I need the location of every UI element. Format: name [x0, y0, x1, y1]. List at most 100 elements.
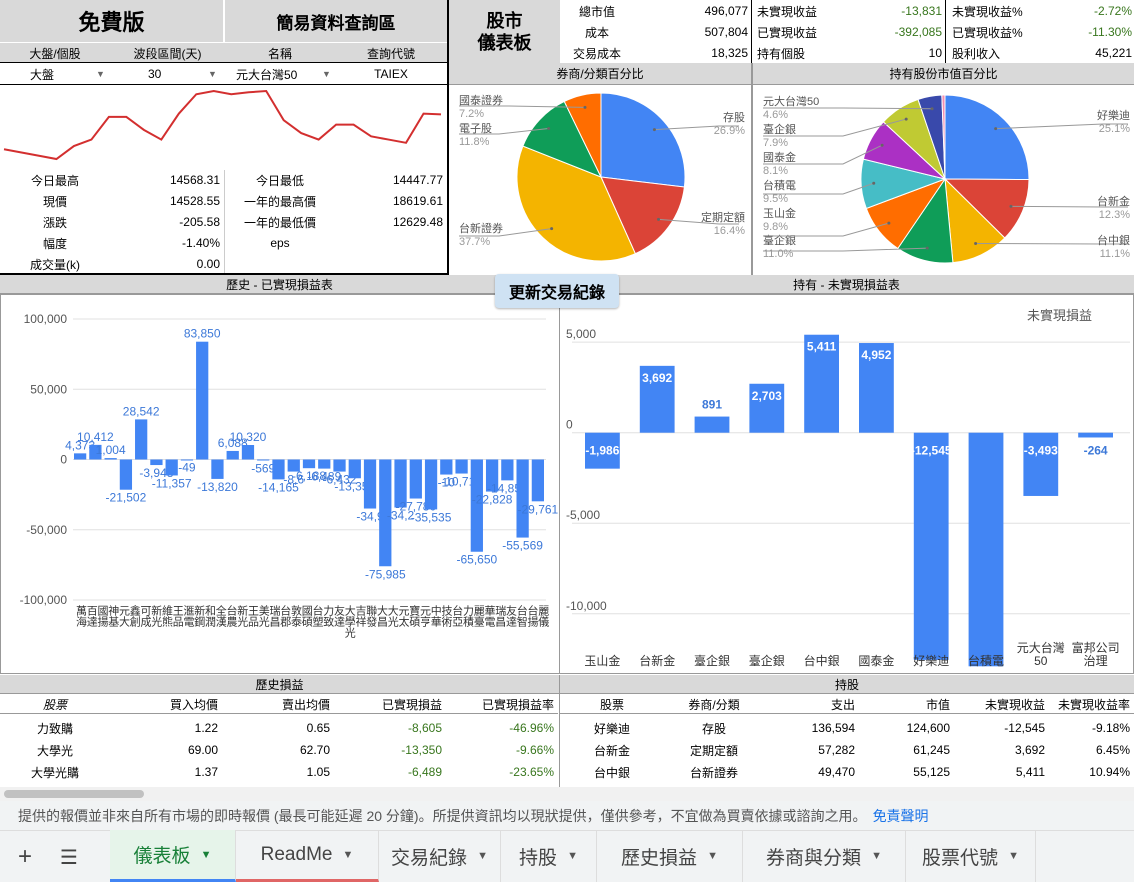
code-input[interactable]: TAIEX — [335, 64, 447, 84]
unrealized-bar[interactable] — [1078, 432, 1113, 438]
table-cell: 力致購 — [36, 721, 73, 736]
x-tick-label: 富邦公司 — [1072, 640, 1120, 655]
pie-slice-pct: 7.2% — [459, 108, 484, 120]
pie-leader-dot — [550, 227, 554, 231]
x-tick-label: 麗儀 — [537, 605, 550, 627]
realized-bar[interactable] — [440, 459, 453, 475]
divider — [224, 170, 225, 273]
sheet-tab-4[interactable]: 歷史損益 ▼ — [597, 830, 743, 882]
horizontal-scrollbar[interactable] — [0, 787, 1134, 801]
x-tick-label: 50 — [1034, 654, 1048, 668]
sheet-tab-6[interactable]: 股票代號 ▼ — [906, 830, 1036, 882]
quote-label: 一年的最高價 — [243, 194, 316, 209]
chevron-down-icon[interactable]: ▼ — [201, 849, 212, 861]
y-tick-label: 50,000 — [30, 382, 67, 396]
col-header-range: 波段區間(天) — [110, 43, 225, 63]
type-select[interactable]: 大盤 ▼ — [30, 64, 110, 84]
disclaimer-link[interactable]: 免責聲明 — [873, 806, 929, 826]
update-transactions-button[interactable]: 更新交易紀錄 — [495, 274, 619, 308]
pie-slice-pct: 7.9% — [763, 137, 788, 149]
sheet-tab-5[interactable]: 券商與分類 ▼ — [743, 830, 906, 882]
name-select[interactable]: 元大台灣50 ▼ — [236, 64, 335, 84]
realized-bar[interactable] — [135, 419, 148, 460]
x-tick-label: 臺企銀 — [694, 653, 730, 668]
realized-bar[interactable] — [531, 459, 544, 502]
table-cell: -46.96% — [509, 721, 554, 735]
realized-bar[interactable] — [119, 459, 133, 490]
summary-value: 45,221 — [1095, 46, 1132, 60]
x-tick-label: 國泰金 — [858, 653, 894, 668]
sparkline-series — [3, 89, 442, 161]
sheet-tab-3[interactable]: 持股 ▼ — [501, 830, 597, 882]
unrealized-bar[interactable] — [968, 432, 1004, 667]
add-sheet-icon[interactable]: + — [18, 843, 32, 871]
unrealized-bar[interactable] — [1023, 432, 1059, 496]
table-header-cell: 未實現收益 — [954, 695, 1049, 714]
unrealized-bar[interactable] — [913, 432, 949, 660]
pie-slice-label: 台新證券 — [459, 221, 503, 235]
table-cell: 定期定額 — [689, 743, 738, 758]
sheet-tab-0[interactable]: 儀表板 ▼ — [110, 830, 236, 882]
pie-leader-dot — [652, 128, 656, 132]
realized-bar[interactable] — [516, 459, 529, 538]
chevron-down-icon[interactable]: ▼ — [1008, 850, 1019, 862]
unrealized-bar[interactable] — [694, 416, 730, 433]
pie-slice-label: 存股 — [723, 110, 745, 124]
pie-slice-pct: 37.7% — [459, 236, 490, 248]
pie-broker-title: 券商/分類百分比 — [449, 63, 751, 85]
all-sheets-menu-icon[interactable]: ☰ — [60, 845, 78, 870]
pie-leader-dot — [925, 246, 929, 250]
realized-bar[interactable] — [409, 459, 422, 499]
table-header-cell: 賣出均價 — [222, 695, 334, 714]
chevron-down-icon[interactable]: ▼ — [477, 850, 488, 862]
sheet-tab-1[interactable]: ReadMe ▼ — [236, 830, 379, 882]
realized-bar[interactable] — [211, 459, 224, 479]
realized-bar[interactable] — [318, 459, 331, 469]
chevron-down-icon[interactable]: ▼ — [707, 850, 718, 862]
table-cell: 台中銀 — [593, 765, 630, 780]
chevron-down-icon[interactable]: ▼ — [871, 850, 882, 862]
table-cell: 10.94% — [1089, 765, 1130, 779]
summary-label: 已實現收益% — [952, 25, 1023, 40]
pie-leader-dot — [583, 105, 587, 109]
realized-bar[interactable] — [226, 450, 239, 460]
pie-slice-label: 臺企銀 — [763, 233, 796, 247]
sheet-tab-label: 股票代號 — [922, 847, 999, 869]
summary-label: 成本 — [584, 25, 609, 40]
summary-label: 總市值 — [578, 4, 615, 19]
realized-bar[interactable] — [104, 458, 117, 460]
quote-value: 18619.61 — [392, 194, 443, 208]
chevron-down-icon[interactable]: ▼ — [342, 849, 353, 861]
pie-leader-dot — [904, 117, 908, 121]
bar-data-label: 28,542 — [123, 404, 160, 418]
pie-leader-dot — [880, 143, 884, 147]
realized-bar[interactable] — [455, 459, 468, 474]
quote-label: eps — [270, 236, 290, 250]
table-header-cell: 已實現損益率 — [446, 695, 558, 714]
table-header-cell: 券商/分類 — [664, 695, 764, 714]
pie-slice-label: 台新金 — [1097, 194, 1130, 208]
table-cell: 61,245 — [913, 743, 950, 757]
realized-bar[interactable] — [348, 459, 361, 479]
realized-bar[interactable] — [424, 459, 438, 510]
scrollbar-thumb[interactable] — [4, 790, 144, 798]
pie-leader-dot — [872, 181, 876, 185]
range-select[interactable]: 30 ▼ — [148, 64, 223, 84]
summary-value: -11.30% — [1088, 25, 1132, 39]
realized-bar[interactable] — [363, 459, 377, 509]
realized-bar[interactable] — [241, 445, 255, 460]
table-header-cell: 支出 — [764, 695, 859, 714]
summary-value: 496,077 — [704, 4, 748, 18]
realized-bar[interactable] — [196, 341, 209, 460]
table-cell: 3,692 — [1014, 743, 1045, 757]
realized-bar[interactable] — [74, 453, 87, 460]
chevron-down-icon[interactable]: ▼ — [567, 850, 578, 862]
realized-bar[interactable] — [150, 459, 163, 466]
sheet-tab-2[interactable]: 交易紀錄 ▼ — [379, 830, 501, 882]
summary-value: 10 — [928, 46, 942, 60]
realized-bar[interactable] — [501, 459, 514, 481]
x-tick-label: 好樂迪 — [913, 653, 949, 668]
realized-bar[interactable] — [302, 459, 316, 469]
realized-bar[interactable] — [165, 459, 178, 476]
realized-bar[interactable] — [333, 459, 346, 472]
